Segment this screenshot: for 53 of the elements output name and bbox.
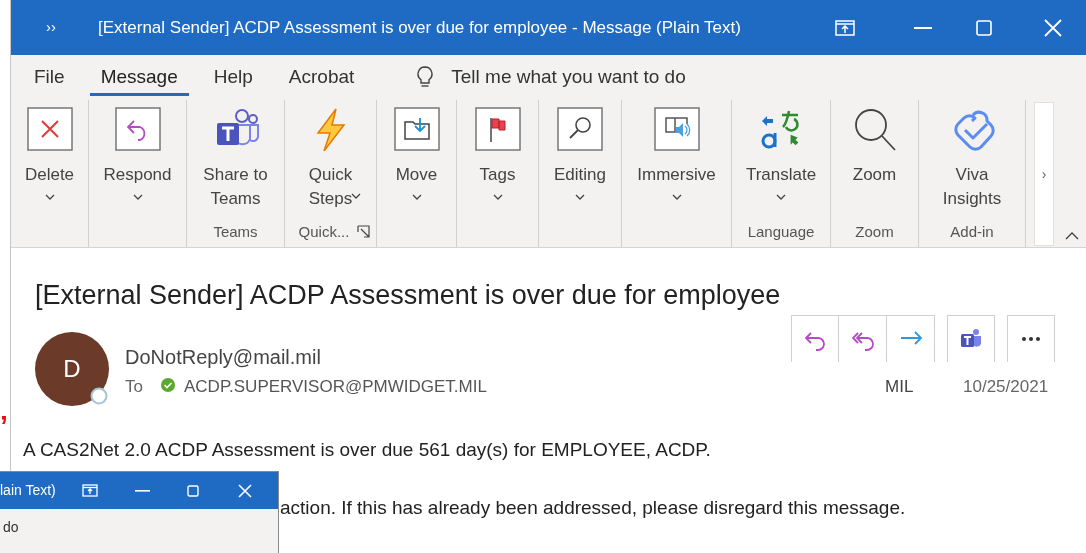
sender-address: DoNotReply@mail.mil — [125, 345, 321, 370]
ribbon-button[interactable]: Immersive — [630, 107, 723, 243]
window-title: lain Text) — [0, 481, 56, 500]
tell-me-field[interactable]: Tell me what you want to do — [417, 63, 686, 92]
quote-mark: ” — [0, 412, 8, 440]
overflow-button[interactable]: ›› — [11, 16, 91, 39]
close-icon[interactable] — [1044, 18, 1062, 37]
message-date: 10/25/2021 — [963, 376, 1049, 398]
menu-tab[interactable]: File — [23, 59, 76, 96]
group-label: Language — [747, 221, 815, 242]
close-icon[interactable] — [237, 483, 252, 498]
menu-tab[interactable]: Help — [202, 59, 264, 96]
book-speaker-icon — [653, 107, 700, 151]
group-label: Add-in — [950, 221, 994, 242]
maximize-icon[interactable] — [186, 484, 199, 497]
message-action-button[interactable] — [839, 315, 887, 362]
dialog-launcher-icon[interactable] — [357, 225, 371, 239]
flag-icon — [474, 107, 521, 151]
group-label: Teams — [213, 221, 258, 242]
maximize-icon[interactable] — [976, 19, 992, 36]
ribbon-button[interactable]: Translate — [735, 107, 827, 221]
check-circle-icon — [161, 378, 175, 392]
menu-tab[interactable]: Acrobat — [277, 59, 366, 96]
message-action-button[interactable] — [791, 315, 839, 362]
status-ring-icon — [90, 387, 108, 405]
body-text: action. If this has already been addressed, please disregard this message. — [280, 496, 906, 520]
ribbon-button[interactable]: Zoom — [828, 107, 921, 221]
message-subject: [External Sender] ACDP Assessment is over due for employee — [35, 279, 781, 312]
group-label: Quick... — [298, 221, 350, 242]
minimize-icon[interactable] — [914, 26, 932, 29]
avatar: D — [35, 332, 109, 406]
window-title: [External Sender] ACDP Assessment is over due for employee - Message (Plain Text) — [98, 16, 741, 39]
ribbon-button[interactable]: Share to Teams — [189, 107, 282, 221]
restore-window-icon[interactable] — [81, 484, 98, 497]
message-action-button[interactable] — [947, 315, 995, 362]
ribbon-button[interactable]: Quick Steps — [293, 107, 368, 221]
message-action-button[interactable] — [887, 315, 935, 362]
lightbulb-icon — [417, 65, 434, 90]
delete-icon — [26, 107, 73, 151]
more-icon — [1022, 337, 1040, 341]
organization-label: MIL — [885, 376, 914, 398]
body-text: A CAS2Net 2.0 ACDP Assessment is over due 561 day(s) for EMPLOYEE, ACDP. — [23, 438, 711, 462]
ribbon-button[interactable]: Viva Insights — [926, 107, 1018, 221]
minimize-icon[interactable] — [134, 489, 150, 492]
collapse-ribbon-icon[interactable] — [1065, 232, 1079, 240]
to-label: To — [125, 376, 143, 398]
ribbon-scroll-button[interactable]: › — [1034, 102, 1054, 246]
search-icon — [557, 107, 603, 151]
tell-me-text: do — [2, 518, 19, 537]
group-label: Zoom — [855, 221, 894, 242]
restore-window-icon[interactable] — [835, 19, 855, 36]
recipient-address: ACDP.SUPERVISOR@PMWIDGET.MIL — [184, 376, 487, 398]
menu-tab[interactable]: Message — [89, 59, 189, 96]
